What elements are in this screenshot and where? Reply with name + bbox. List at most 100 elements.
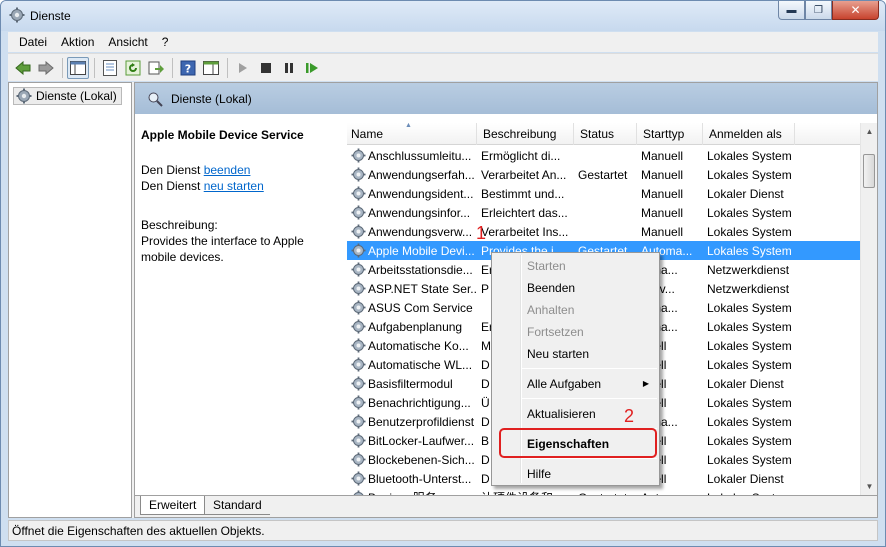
restart-icon <box>306 62 318 73</box>
menu-item-restart[interactable]: Neu starten <box>527 347 589 361</box>
refresh-button[interactable] <box>122 57 144 79</box>
logon-cell: Lokales System <box>707 452 792 467</box>
service-gear-icon <box>351 205 366 220</box>
menu-help[interactable]: ? <box>155 35 176 49</box>
menu-bar: Datei Aktion Ansicht ? <box>8 32 878 52</box>
logon-cell: Lokales System <box>707 205 792 220</box>
console-tree-button[interactable] <box>67 56 89 79</box>
description-label: Beschreibung: <box>141 218 218 232</box>
view-tabs: Erweitert Standard <box>135 495 877 517</box>
show-hide-icon <box>203 60 219 75</box>
pause-button[interactable] <box>278 57 300 79</box>
menu-separator <box>522 398 657 399</box>
close-button[interactable]: ✕ <box>832 1 879 20</box>
services-window: Dienste ▬ ❐ ✕ Datei Aktion Ansicht ? ? D… <box>0 0 886 547</box>
start-button[interactable] <box>232 57 254 79</box>
tab-standard[interactable]: Standard <box>205 496 270 515</box>
menu-item-stop[interactable]: Beenden <box>527 281 575 295</box>
menu-aktion[interactable]: Aktion <box>54 35 101 49</box>
table-row[interactable]: Anwendungsinfor... Erleichtert das... Manu… <box>347 203 860 222</box>
forward-button[interactable] <box>35 57 57 79</box>
status-text: Öffnet die Eigenschaften des aktuellen O… <box>12 523 265 538</box>
service-gear-icon <box>351 452 366 467</box>
logon-cell: Netzwerkdienst <box>707 262 790 277</box>
logon-cell: Lokales System <box>707 300 792 315</box>
starttype-cell: Manuell <box>641 186 684 201</box>
starttype-cell: Manuell <box>641 224 684 239</box>
service-gear-icon <box>351 338 366 353</box>
minimize-icon: ▬ <box>786 4 797 16</box>
tree-item-services-local[interactable]: Dienste (Lokal) <box>13 87 122 105</box>
maximize-button[interactable]: ❐ <box>805 1 832 20</box>
cell-text: Bluetooth-Unterst... <box>368 471 472 486</box>
logon-cell: Lokales System <box>707 319 792 334</box>
menu-item-pause[interactable]: Anhalten <box>527 303 574 317</box>
service-name-cell: Automatische Ko... <box>347 338 477 353</box>
stop-icon <box>261 62 271 73</box>
toolbar-separator <box>172 57 173 78</box>
back-button[interactable] <box>12 57 34 79</box>
column-header-status[interactable]: Status <box>574 123 637 145</box>
service-name-cell: Automatische WL... <box>347 357 477 372</box>
minimize-button[interactable]: ▬ <box>778 1 805 20</box>
scroll-down-icon[interactable]: ▼ <box>861 478 877 495</box>
title-bar[interactable]: Dienste ▬ ❐ ✕ <box>1 1 885 31</box>
menu-datei[interactable]: Datei <box>12 35 54 49</box>
service-name-cell: Basisfiltermodul <box>347 376 477 391</box>
menu-item-refresh[interactable]: Aktualisieren <box>527 407 596 421</box>
window-title: Dienste <box>30 9 71 23</box>
menu-item-start[interactable]: Starten <box>527 259 566 273</box>
cell-text: Benutzerprofildienst <box>368 414 475 429</box>
status-bar: Öffnet die Eigenschaften des aktuellen O… <box>8 520 878 541</box>
service-details: Apple Mobile Device Service Den Dienst b… <box>135 115 337 495</box>
column-headers: ▲ Name Beschreibung Status Starttyp Anmel… <box>347 123 860 145</box>
tree-item-label: Dienste (Lokal) <box>36 89 117 103</box>
cell-text: Automatische WL... <box>368 357 473 372</box>
cell-text: Arbeitsstationsdie... <box>368 262 473 277</box>
show-hide-button[interactable] <box>200 57 222 79</box>
pane-title: Dienste (Lokal) <box>171 91 252 106</box>
column-header-description[interactable]: Beschreibung <box>477 123 574 145</box>
logon-cell: Lokaler Dienst <box>707 186 784 201</box>
menu-ansicht[interactable]: Ansicht <box>101 35 154 49</box>
properties-button[interactable] <box>99 57 121 79</box>
menu-item-resume[interactable]: Fortsetzen <box>527 325 584 339</box>
close-icon: ✕ <box>850 3 861 17</box>
export-button[interactable] <box>145 57 167 79</box>
service-gear-icon <box>351 319 366 334</box>
scroll-thumb[interactable] <box>863 154 875 188</box>
tab-erweitert[interactable]: Erweitert <box>140 496 206 515</box>
menu-item-all-tasks[interactable]: Alle Aufgaben <box>527 377 601 391</box>
service-name-cell: Apple Mobile Devi... <box>347 243 477 258</box>
stop-service-link[interactable]: beenden <box>204 163 251 177</box>
console-tree-icon <box>70 60 86 75</box>
services-gear-icon <box>16 88 32 104</box>
description-cell: Bestimmt und... <box>481 186 565 201</box>
scroll-up-icon[interactable]: ▲ <box>861 123 877 140</box>
table-row[interactable]: Anschlussumleitu... Ermöglicht di... Manue… <box>347 146 860 165</box>
table-row[interactable]: Anwendungsverw... Verarbeitet Ins... Manue… <box>347 222 860 241</box>
description-cell: Verarbeitet Ins... <box>481 224 569 239</box>
table-row[interactable]: Anwendungsident... Bestimmt und... Manuell… <box>347 184 860 203</box>
restart-button[interactable] <box>301 57 323 79</box>
description-cell: Verarbeitet An... <box>481 167 567 182</box>
restart-service-link[interactable]: neu starten <box>204 179 264 193</box>
service-name-cell: Anwendungserfah... <box>347 167 477 182</box>
starttype-cell: Manuell <box>641 205 684 220</box>
table-row[interactable]: Anwendungserfah... Verarbeitet An... Gesta… <box>347 165 860 184</box>
export-icon <box>148 61 164 74</box>
cell-text: Basisfiltermodul <box>368 376 453 391</box>
stop-button[interactable] <box>255 57 277 79</box>
help-button[interactable]: ? <box>177 57 199 79</box>
table-row[interactable]: Bonjour 服务让硬件设备和...GestartetAutoma...Lok… <box>347 488 860 495</box>
service-name: Apple Mobile Device Service <box>141 128 304 142</box>
cell-text: Anwendungserfah... <box>368 167 475 182</box>
column-header-name[interactable]: ▲ Name <box>347 123 477 145</box>
service-gear-icon <box>351 414 366 429</box>
column-header-logon[interactable]: Anmelden als <box>703 123 795 145</box>
cell-text: Benachrichtigung... <box>368 395 471 410</box>
menu-item-help[interactable]: Hilfe <box>527 467 551 481</box>
vertical-scrollbar[interactable]: ▲ ▼ <box>860 123 877 495</box>
service-gear-icon <box>351 281 366 296</box>
column-header-starttype[interactable]: Starttyp <box>637 123 703 145</box>
